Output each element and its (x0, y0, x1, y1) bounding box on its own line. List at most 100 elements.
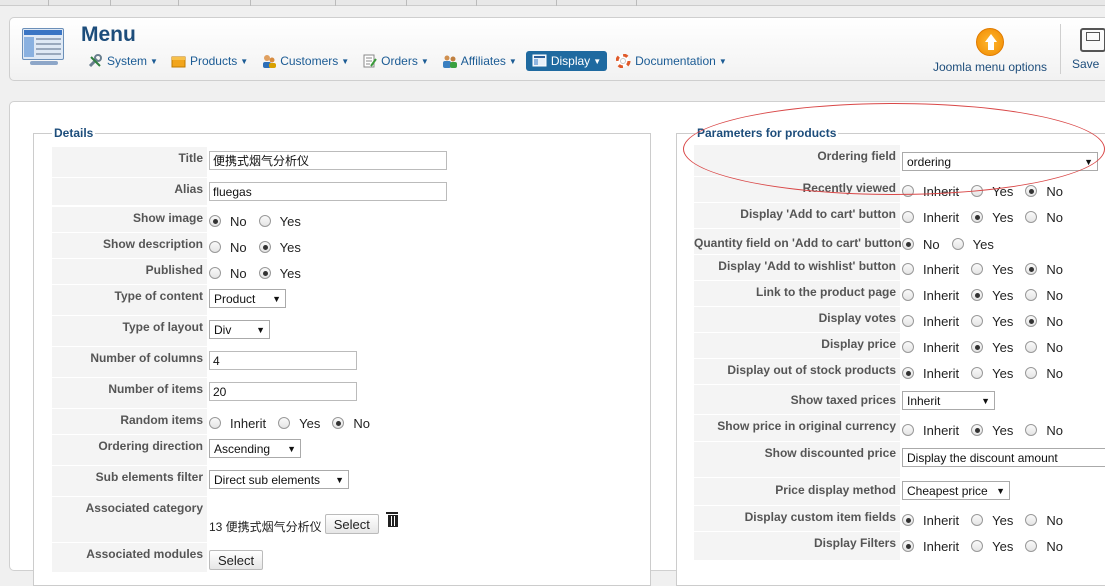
page-title: Menu (81, 23, 136, 46)
wishlist-yes-radio[interactable] (971, 263, 984, 275)
option-no-label: No (230, 266, 247, 281)
votes-yes-radio[interactable] (971, 315, 984, 327)
custom-fields-label: Display custom item fields (694, 506, 900, 531)
out-of-stock-yes-radio[interactable] (971, 367, 984, 379)
option-inherit-label: Inherit (923, 539, 960, 554)
assoc-modules-label: Associated modules (52, 543, 207, 572)
option-inherit-label: Inherit (923, 314, 960, 329)
ordering-field-select[interactable]: ordering ▼ (902, 152, 1098, 171)
trash-icon[interactable] (385, 512, 398, 527)
price-yes-radio[interactable] (971, 341, 984, 353)
sub-elements-select[interactable]: Direct sub elements ▼ (209, 470, 349, 489)
option-yes-label: Yes (279, 214, 301, 229)
taxed-prices-select[interactable]: Inherit ▼ (902, 391, 995, 410)
menu-display[interactable]: Display ▼ (525, 51, 608, 71)
link-product-yes-radio[interactable] (971, 289, 984, 301)
custom-fields-inherit-radio[interactable] (902, 514, 914, 526)
menu-affiliates[interactable]: Affiliates ▼ (438, 51, 521, 71)
price-label: Display price (694, 333, 900, 358)
row-price-method: Price display method Cheapest price ▼ (694, 478, 1105, 506)
wishlist-no-radio[interactable] (1025, 263, 1038, 275)
discounted-select[interactable]: Display the discount amount (902, 448, 1105, 467)
show-description-yes-radio[interactable] (258, 241, 271, 253)
row-filters: Display Filters Inherit Yes No (694, 532, 1105, 561)
toolbar-divider (1060, 24, 1061, 74)
joomla-menu-options-button[interactable]: Joomla menu options (930, 28, 1050, 74)
type-content-select[interactable]: Product ▼ (209, 289, 286, 308)
random-inherit-radio[interactable] (209, 417, 221, 429)
assoc-modules-select-button[interactable]: Select (209, 550, 264, 570)
add-to-cart-yes-radio[interactable] (971, 211, 984, 223)
random-no-radio[interactable] (332, 417, 345, 429)
save-button[interactable]: Save (1072, 28, 1105, 71)
chevron-down-icon: ▼ (287, 443, 296, 454)
discounted-value: Display the discount amount (907, 450, 1058, 465)
sub-elements-value: Direct sub elements (214, 472, 321, 487)
num-items-input[interactable] (209, 382, 357, 401)
show-image-yes-radio[interactable] (258, 215, 271, 227)
show-image-no-radio[interactable] (209, 215, 221, 227)
votes-label: Display votes (694, 307, 900, 332)
recently-viewed-no-radio[interactable] (1025, 185, 1038, 197)
out-of-stock-no-radio[interactable] (1025, 367, 1038, 379)
qty-field-yes-radio[interactable] (951, 238, 964, 250)
wishlist-inherit-radio[interactable] (902, 263, 914, 275)
link-product-no-radio[interactable] (1025, 289, 1038, 301)
menu-manager-icon (22, 28, 66, 68)
recently-viewed-inherit-radio[interactable] (902, 185, 914, 197)
price-method-select[interactable]: Cheapest price ▼ (902, 481, 1010, 500)
type-layout-label: Type of layout (52, 316, 207, 346)
recently-viewed-yes-radio[interactable] (971, 185, 984, 197)
orig-currency-no-radio[interactable] (1025, 424, 1038, 436)
menu-display-label: Display (550, 54, 591, 68)
add-to-cart-inherit-radio[interactable] (902, 211, 914, 223)
price-no-radio[interactable] (1025, 341, 1038, 353)
option-inherit-label: Inherit (923, 423, 960, 438)
option-inherit-label: Inherit (923, 366, 960, 381)
title-input[interactable] (209, 151, 447, 170)
num-columns-input[interactable] (209, 351, 357, 370)
votes-no-radio[interactable] (1025, 315, 1038, 327)
qty-field-no-radio[interactable] (902, 238, 914, 250)
menu-system[interactable]: System ▼ (84, 51, 162, 71)
row-assoc-modules: Associated modules Select (52, 543, 650, 573)
link-product-inherit-radio[interactable] (902, 289, 914, 301)
orig-currency-inherit-radio[interactable] (902, 424, 914, 436)
filters-yes-radio[interactable] (971, 540, 984, 552)
published-yes-radio[interactable] (258, 267, 271, 279)
filters-no-radio[interactable] (1025, 540, 1038, 552)
menu-documentation[interactable]: Documentation ▼ (612, 51, 731, 71)
option-no-label: No (230, 240, 247, 255)
menu-customers[interactable]: Customers ▼ (257, 51, 353, 71)
alias-input[interactable] (209, 182, 447, 201)
chevron-down-icon: ▼ (508, 56, 517, 66)
chevron-down-icon: ▼ (256, 324, 265, 335)
qty-field-label: Quantity field on 'Add to cart' button (694, 229, 902, 254)
custom-fields-no-radio[interactable] (1025, 514, 1038, 526)
menu-products[interactable]: Products ▼ (167, 51, 252, 71)
menu-orders[interactable]: Orders ▼ (358, 51, 433, 71)
custom-fields-yes-radio[interactable] (971, 514, 984, 526)
orig-currency-label: Show price in original currency (694, 415, 900, 441)
row-out-of-stock: Display out of stock products Inherit Ye… (694, 359, 1105, 385)
row-custom-fields: Display custom item fields Inherit Yes N… (694, 506, 1105, 532)
orig-currency-yes-radio[interactable] (971, 424, 984, 436)
row-votes: Display votes Inherit Yes No (694, 307, 1105, 333)
ordering-direction-select[interactable]: Ascending ▼ (209, 439, 301, 458)
votes-inherit-radio[interactable] (902, 315, 914, 327)
filters-inherit-radio[interactable] (902, 540, 914, 552)
discounted-label: Show discounted price (694, 442, 900, 477)
out-of-stock-inherit-radio[interactable] (902, 367, 914, 379)
type-layout-select[interactable]: Div ▼ (209, 320, 270, 339)
show-description-no-radio[interactable] (209, 241, 221, 253)
option-inherit-label: Inherit (923, 262, 960, 277)
ordering-direction-value: Ascending (214, 441, 271, 456)
option-no-label: No (1046, 513, 1063, 528)
row-type-content: Type of content Product ▼ (52, 285, 650, 316)
add-to-cart-no-radio[interactable] (1025, 211, 1038, 223)
published-no-radio[interactable] (209, 267, 221, 279)
price-inherit-radio[interactable] (902, 341, 914, 353)
assoc-category-select-button[interactable]: Select (324, 514, 379, 534)
random-yes-radio[interactable] (278, 417, 291, 429)
chevron-down-icon: ▼ (272, 293, 281, 304)
